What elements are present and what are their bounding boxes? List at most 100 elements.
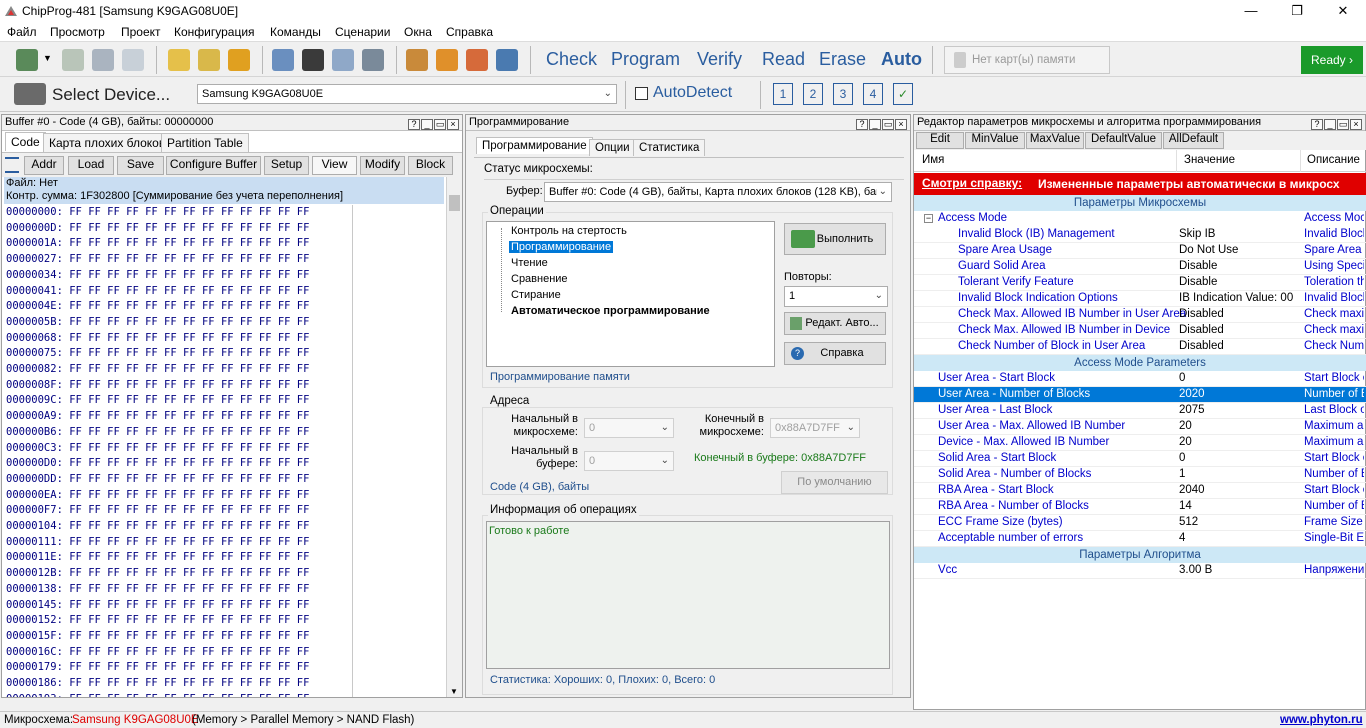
site-1-button[interactable]: 1	[773, 83, 793, 105]
site-3-button[interactable]: 3	[833, 83, 853, 105]
op-program[interactable]: Программирование	[509, 241, 614, 253]
menu-file[interactable]: Файл	[7, 25, 37, 39]
menu-windows[interactable]: Окна	[404, 25, 432, 39]
hex-row[interactable]: 00000145: FF FF FF FF FF FF FF FF FF FF …	[6, 599, 309, 612]
load-button[interactable]: Load	[68, 156, 114, 175]
hex-row[interactable]: 00000000: FF FF FF FF FF FF FF FF FF FF …	[6, 206, 309, 219]
parameter-row[interactable]: RBA Area - Start Block 2040 Start Block o	[914, 483, 1366, 499]
close-icon[interactable]: ×	[895, 119, 907, 130]
hex-row[interactable]: 00000152: FF FF FF FF FF FF FF FF FF FF …	[6, 614, 309, 627]
access-mode-row[interactable]: − Access Mode Access Moc	[914, 211, 1366, 227]
hex-row[interactable]: 00000041: FF FF FF FF FF FF FF FF FF FF …	[6, 285, 309, 298]
close-button[interactable]: ✕	[1320, 0, 1366, 22]
menu-icon[interactable]	[5, 157, 19, 173]
tab-options[interactable]: Опции	[589, 139, 636, 156]
help-icon[interactable]: ?	[408, 119, 420, 130]
hex-row[interactable]: 000000D0: FF FF FF FF FF FF FF FF FF FF …	[6, 457, 309, 470]
autodetect-label[interactable]: AutoDetect	[653, 84, 732, 102]
minimize-icon[interactable]: _	[421, 119, 433, 130]
open-folder-icon[interactable]	[168, 49, 190, 71]
verify-button[interactable]: Verify	[697, 49, 742, 70]
help-icon[interactable]: ?	[1311, 119, 1323, 130]
restore-icon[interactable]: ▭	[1337, 119, 1349, 130]
hex-row[interactable]: 0000011E: FF FF FF FF FF FF FF FF FF FF …	[6, 551, 309, 564]
hex-row[interactable]: 00000138: FF FF FF FF FF FF FF FF FF FF …	[6, 583, 309, 596]
parameter-row[interactable]: Vcc 3.00 В Напряжени	[914, 563, 1366, 579]
parameter-row[interactable]: RBA Area - Number of Blocks 14 Number of B	[914, 499, 1366, 515]
hex-row[interactable]: 00000068: FF FF FF FF FF FF FF FF FF FF …	[6, 332, 309, 345]
restore-icon[interactable]: ▭	[434, 119, 446, 130]
tab-partition-table[interactable]: Partition Table	[161, 133, 249, 152]
addr-button[interactable]: Addr	[24, 156, 64, 175]
parameter-row[interactable]: Check Max. Allowed IB Number in Device Di…	[914, 323, 1366, 339]
add-icon[interactable]	[466, 49, 488, 71]
restore-icon[interactable]: ▭	[882, 119, 894, 130]
help-link[interactable]: Смотри справку:	[922, 176, 1022, 190]
tab-programming[interactable]: Программирование	[476, 137, 593, 154]
parameter-row[interactable]: Device - Max. Allowed IB Number 20 Maximum…	[914, 435, 1366, 451]
save-button[interactable]: Save	[117, 156, 164, 175]
hex-row[interactable]: 0000005B: FF FF FF FF FF FF FF FF FF FF …	[6, 316, 309, 329]
hex-row[interactable]: 00000104: FF FF FF FF FF FF FF FF FF FF …	[6, 520, 309, 533]
hex-row[interactable]: 000000B6: FF FF FF FF FF FF FF FF FF FF …	[6, 426, 309, 439]
parameter-row[interactable]: ECC Frame Size (bytes) 512 Frame Size f	[914, 515, 1366, 531]
hex-row[interactable]: 000000EA: FF FF FF FF FF FF FF FF FF FF …	[6, 489, 309, 502]
tools-icon[interactable]	[362, 49, 384, 71]
config-icon[interactable]	[406, 49, 428, 71]
close-icon[interactable]: ×	[447, 119, 459, 130]
select-device-button[interactable]: Select Device...	[52, 85, 170, 105]
grid-icon[interactable]	[332, 49, 354, 71]
chevron-down-icon[interactable]: ▼	[43, 53, 52, 63]
start-chip-select[interactable]: 0 ⌄	[584, 418, 674, 438]
menu-help[interactable]: Справка	[446, 25, 493, 39]
operations-list[interactable]: Контроль на стертость Программирование Ч…	[486, 221, 775, 367]
parameter-row[interactable]: Solid Area - Number of Blocks 1 Number of …	[914, 467, 1366, 483]
op-erase[interactable]: Стирание	[511, 289, 561, 301]
terminal-icon[interactable]	[302, 49, 324, 71]
all-sites-check-icon[interactable]: ✓	[893, 83, 913, 105]
tab-bad-blocks[interactable]: Карта плохих блоков	[43, 133, 172, 152]
buffer-select[interactable]: Buffer #0: Code (4 GB), байты, Карта пло…	[544, 182, 892, 202]
execute-button[interactable]: Выполнить	[784, 223, 886, 255]
hex-row[interactable]: 0000015F: FF FF FF FF FF FF FF FF FF FF …	[6, 630, 309, 643]
menu-project[interactable]: Проект	[121, 25, 161, 39]
col-name[interactable]: Имя	[922, 154, 944, 166]
parameter-row[interactable]: Tolerant Verify Feature Disable Toleration…	[914, 275, 1366, 291]
minvalue-button[interactable]: MinValue	[965, 132, 1025, 149]
read-button[interactable]: Read	[762, 49, 805, 70]
hex-row[interactable]: 000000C3: FF FF FF FF FF FF FF FF FF FF …	[6, 442, 309, 455]
collapse-icon[interactable]: −	[924, 214, 933, 223]
view-button[interactable]: View	[312, 156, 357, 175]
configure-buffer-button[interactable]: Configure Buffer	[166, 156, 261, 175]
op-verify[interactable]: Сравнение	[511, 273, 568, 285]
hex-row[interactable]: 00000179: FF FF FF FF FF FF FF FF FF FF …	[6, 661, 309, 674]
menu-scripts[interactable]: Сценарии	[335, 25, 390, 39]
tab-statistics[interactable]: Статистика	[633, 139, 706, 156]
hex-row[interactable]: 0000001A: FF FF FF FF FF FF FF FF FF FF …	[6, 237, 309, 250]
op-auto-program[interactable]: Автоматическое программирование	[511, 305, 710, 317]
hex-row[interactable]: 00000111: FF FF FF FF FF FF FF FF FF FF …	[6, 536, 309, 549]
menu-configuration[interactable]: Конфигурация	[174, 25, 255, 39]
parameter-row[interactable]: Solid Area - Start Block 0 Start Block o	[914, 451, 1366, 467]
hex-row[interactable]: 00000034: FF FF FF FF FF FF FF FF FF FF …	[6, 269, 309, 282]
block-button[interactable]: Block	[408, 156, 453, 175]
hex-row[interactable]: 0000004E: FF FF FF FF FF FF FF FF FF FF …	[6, 300, 309, 313]
refresh-icon[interactable]	[436, 49, 458, 71]
parameter-row[interactable]: Guard Solid Area Disable Using Speci	[914, 259, 1366, 275]
alldefault-button[interactable]: AllDefault	[1163, 132, 1224, 149]
auto-button[interactable]: Auto	[881, 49, 922, 70]
maximize-button[interactable]: ❐	[1274, 0, 1320, 22]
hex-row[interactable]: 00000193: FF FF FF FF FF FF FF FF FF FF …	[6, 693, 309, 697]
hex-row[interactable]: 00000027: FF FF FF FF FF FF FF FF FF FF …	[6, 253, 309, 266]
parameter-row[interactable]: Invalid Block Indication Options IB Indic…	[914, 291, 1366, 307]
help-icon[interactable]: ?	[856, 119, 868, 130]
erase-button[interactable]: Erase	[819, 49, 866, 70]
parameter-row[interactable]: User Area - Last Block 2075 Last Block o	[914, 403, 1366, 419]
save-icon[interactable]	[228, 49, 250, 71]
op-read[interactable]: Чтение	[511, 257, 548, 269]
menu-view[interactable]: Просмотр	[50, 25, 105, 39]
help-button[interactable]: ? Справка	[784, 342, 886, 365]
chip-gray-icon[interactable]	[62, 49, 84, 71]
device-chip-icon[interactable]	[14, 83, 46, 105]
open-project-icon[interactable]	[198, 49, 220, 71]
